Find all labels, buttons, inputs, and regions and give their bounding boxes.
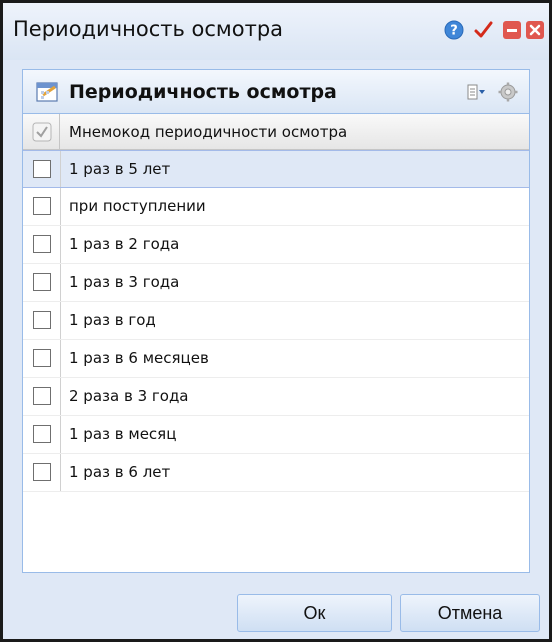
grid-panel: Периодичность осмотра Мнемокод периодичн… — [22, 69, 530, 573]
panel-header: Периодичность осмотра — [23, 70, 529, 114]
table-row[interactable]: 2 раза в 3 года — [23, 378, 529, 416]
table-row[interactable]: 1 раз в месяц — [23, 416, 529, 454]
check-all-icon — [32, 122, 52, 142]
table-row[interactable]: 1 раз в год — [23, 302, 529, 340]
row-checkbox[interactable] — [33, 425, 51, 443]
row-checkbox[interactable] — [33, 311, 51, 329]
row-checkbox[interactable] — [33, 235, 51, 253]
calendar-icon — [36, 82, 58, 102]
columns-menu-icon[interactable] — [465, 81, 487, 103]
dialog-window: Периодичность осмотра ? Периодичность ос… — [0, 0, 552, 642]
row-checkbox[interactable] — [33, 160, 51, 178]
row-label: 2 раза в 3 года — [69, 387, 189, 405]
column-header-mnemocode[interactable]: Мнемокод периодичности осмотра — [69, 123, 347, 141]
settings-gear-icon[interactable] — [497, 81, 519, 103]
title-bar[interactable]: Периодичность осмотра ? — [3, 3, 549, 60]
data-grid: Мнемокод периодичности осмотра 1 раз в 5… — [23, 114, 529, 572]
row-label: 1 раз в 6 лет — [69, 463, 171, 481]
row-checkbox[interactable] — [33, 387, 51, 405]
row-label: 1 раз в 6 месяцев — [69, 349, 209, 367]
grid-header: Мнемокод периодичности осмотра — [23, 114, 529, 150]
minimize-icon[interactable] — [501, 19, 523, 41]
table-row[interactable]: 1 раз в 3 года — [23, 264, 529, 302]
table-row[interactable]: 1 раз в 5 лет — [23, 150, 529, 188]
table-row[interactable]: при поступлении — [23, 188, 529, 226]
table-row[interactable]: 1 раз в 6 месяцев — [23, 340, 529, 378]
table-row[interactable]: 1 раз в 2 года — [23, 226, 529, 264]
select-all-checkbox[interactable] — [23, 114, 60, 150]
window-title: Периодичность осмотра — [13, 17, 284, 41]
close-icon[interactable] — [524, 19, 546, 41]
row-checkbox[interactable] — [33, 273, 51, 291]
row-label: 1 раз в 3 года — [69, 273, 180, 291]
row-label: 1 раз в 5 лет — [69, 160, 171, 178]
row-checkbox[interactable] — [33, 463, 51, 481]
row-label: 1 раз в год — [69, 311, 156, 329]
svg-text:?: ? — [450, 24, 458, 39]
panel-title: Периодичность осмотра — [69, 81, 337, 103]
apply-check-icon[interactable] — [472, 19, 494, 41]
help-icon[interactable]: ? — [443, 19, 465, 41]
row-label: 1 раз в 2 года — [69, 235, 180, 253]
row-label: 1 раз в месяц — [69, 425, 177, 443]
row-checkbox[interactable] — [33, 349, 51, 367]
grid-rows: 1 раз в 5 лет при поступлении 1 раз в 2 … — [23, 150, 529, 492]
ok-button[interactable]: Ок — [237, 594, 392, 632]
cancel-button[interactable]: Отмена — [400, 594, 540, 632]
table-row[interactable]: 1 раз в 6 лет — [23, 454, 529, 492]
row-label: при поступлении — [69, 197, 206, 215]
row-checkbox[interactable] — [33, 197, 51, 215]
